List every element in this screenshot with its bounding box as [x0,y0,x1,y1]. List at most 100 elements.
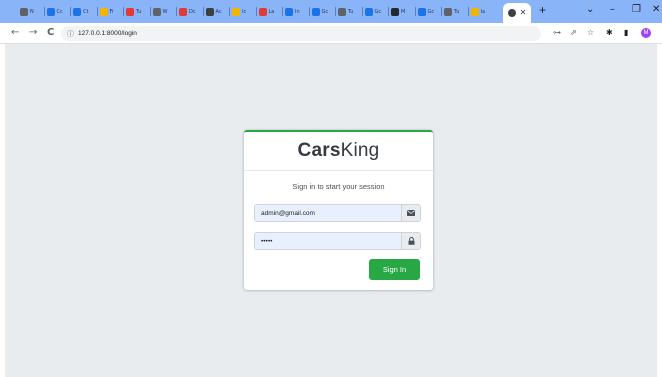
tab-favicon-icon [311,7,320,16]
tab-separator [149,7,151,16]
address-bar[interactable]: ⓘ 127.0.0.1:8000/login [61,26,541,41]
brand-logo[interactable]: CarsKing [298,140,380,162]
tab-label: Gc [374,8,382,15]
tab-separator [361,7,363,16]
browser-tab[interactable]: Gc [311,6,329,17]
maximize-button[interactable]: ❐ [632,4,641,16]
tab-favicon-icon [20,7,28,16]
tab-favicon-icon [152,7,161,16]
tab-favicon-icon [46,7,55,16]
browser-tab[interactable]: Ia [470,6,485,17]
url-text[interactable]: 127.0.0.1:8000/login [78,30,137,37]
tab-separator [282,7,283,16]
profile-avatar[interactable]: M [641,28,651,38]
browser-tab[interactable]: M [391,6,405,17]
tab-separator [96,7,98,16]
tab-separator [467,7,469,16]
reload-button[interactable]: C [47,27,54,39]
browser-tab[interactable]: Ic [232,6,246,17]
tab-separator [123,7,124,16]
browser-tab[interactable]: Cc [46,6,63,17]
close-tab-icon[interactable]: ✕ [520,9,527,17]
side-panel-icon[interactable]: ▮ [624,28,628,38]
bookmark-star-icon[interactable]: ☆ [587,28,594,38]
browser-tab[interactable]: In [285,6,300,17]
back-button[interactable]: ← [11,27,19,39]
brand-logo-regular: King [340,140,380,161]
tab-separator [441,7,442,16]
browser-tab[interactable]: Dc [179,6,196,17]
browser-tab[interactable]: Tu [338,6,353,17]
tab-active[interactable]: ✕ [503,3,531,23]
tab-favicon-icon [285,7,293,16]
site-info-icon[interactable]: ⓘ [67,29,74,39]
tab-favicon-icon [232,7,240,16]
tab-separator [229,7,230,16]
browser-tab[interactable]: Tu [444,6,459,17]
tab-label: Gc [321,8,329,15]
extensions-icon[interactable]: ✱ [606,28,613,38]
email-input-group [254,204,421,222]
globe-icon [507,9,516,17]
password-field[interactable] [255,233,401,249]
tab-favicon-icon [205,7,214,16]
tab-separator [388,7,389,16]
tab-label: Cc [56,8,63,15]
browser-tab[interactable]: Tu [126,6,141,17]
forward-button[interactable]: → [29,27,37,39]
tab-favicon-icon [444,7,452,16]
tab-favicon-icon [73,7,81,16]
tab-label: M [401,8,406,15]
tab-favicon-icon [338,7,346,16]
envelope-icon [401,205,420,221]
browser-tab[interactable]: Gc [364,6,382,17]
tab-favicon-icon [179,7,187,16]
minimize-button[interactable]: – [610,4,615,16]
card-header: CarsKing [244,132,433,171]
tab-separator [335,7,336,16]
tab-label: La [268,8,275,15]
tab-favicon-icon [391,7,399,16]
lock-icon [401,233,420,249]
password-input-group [254,232,421,250]
tab-label: Ac [215,8,222,15]
tab-favicon-icon [126,7,134,16]
tab-label: Ct [83,8,89,15]
browser-tab[interactable]: Gc [417,6,435,17]
tab-separator [176,7,177,16]
brand-logo-bold: Cars [297,140,341,161]
tab-separator [43,7,45,16]
browser-tab[interactable]: N [20,6,34,17]
tab-label: Dc [189,8,196,15]
login-card: CarsKing Sign in to start your session a… [244,130,433,290]
tab-favicon-icon [364,7,373,16]
tab-favicon-icon [470,7,479,16]
browser-tab[interactable]: Ct [73,6,88,17]
browser-tab[interactable]: Fi [99,6,114,17]
sign-in-button[interactable]: Sign In [369,259,420,280]
tab-label: W [162,8,168,15]
tab-favicon-icon [99,7,108,16]
tab-search-dropdown-icon[interactable]: ⌄ [586,4,594,16]
tab-separator [414,7,416,16]
share-icon[interactable]: ⇗ [570,28,577,38]
tab-label: Tu [136,8,142,15]
browser-tab[interactable]: Ac [205,6,222,17]
new-tab-button[interactable]: + [539,4,546,16]
tab-label: Gc [427,8,435,15]
tab-label: Fi [109,8,114,15]
browser-tab[interactable]: La [258,6,275,17]
tab-strip: N Cc Ct Fi Tu W Dc Ac Ic La In Gc Tu Gc M Gc Tu Ia ✕ + ⌄ … [0,0,662,23]
email-field[interactable] [255,205,401,221]
tab-label: Ic [242,8,247,15]
page-viewport: CarsKing Sign in to start your session a… [5,44,657,377]
tab-favicon-icon [417,7,426,16]
browser-tab[interactable]: W [152,6,168,17]
tab-label: N [30,8,34,15]
close-window-button[interactable]: ✕ [652,4,660,16]
browser-toolbar: ← → C ⓘ 127.0.0.1:8000/login ⊶ ⇗ ☆ ✱ ▮ M [0,23,662,44]
tab-label: In [295,8,300,15]
tab-separator [308,7,310,16]
tab-favicon-icon [258,7,267,16]
key-icon[interactable]: ⊶ [553,28,561,38]
